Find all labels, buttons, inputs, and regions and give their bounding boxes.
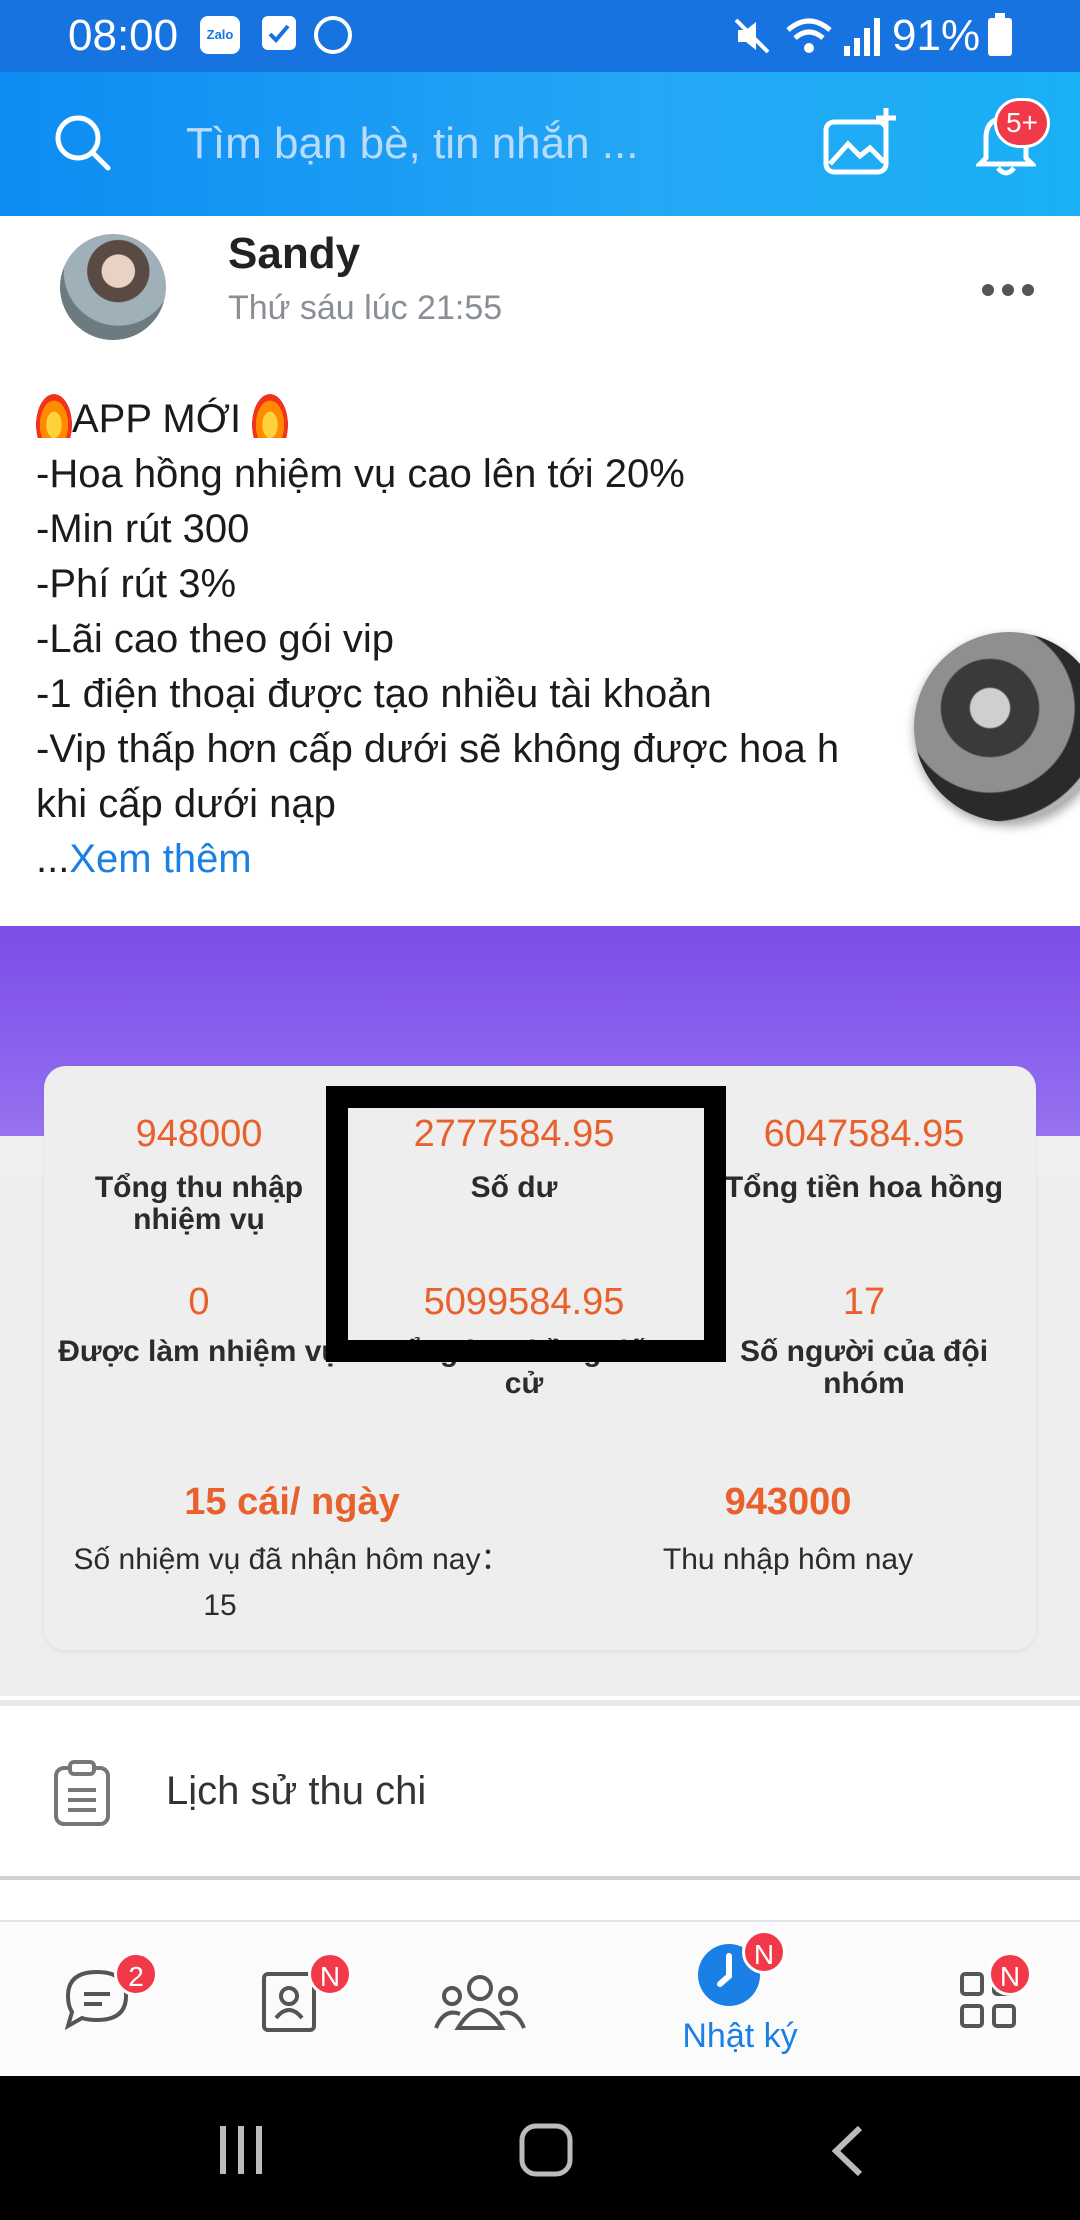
nav-groups[interactable] bbox=[430, 1922, 540, 2078]
stat-cell: 948000 Tổng thu nhập nhiệm vụ bbox=[44, 1110, 354, 1236]
timeline-badge: N bbox=[742, 1930, 786, 1974]
see-more-link[interactable]: Xem thêm bbox=[69, 837, 251, 881]
post-time: Thứ sáu lúc 21:55 bbox=[228, 289, 503, 327]
fire-emoji-icon bbox=[36, 394, 72, 438]
search-icon[interactable] bbox=[52, 112, 114, 174]
see-more-prefix: ... bbox=[36, 837, 70, 881]
messages-badge: 2 bbox=[114, 1952, 158, 1996]
wifi-icon bbox=[786, 18, 832, 53]
post-title: APP MỚI bbox=[72, 397, 242, 441]
bottom-nav: 2 N N Nhật ký N bbox=[0, 1920, 1080, 2078]
post-title-line: APP MỚI bbox=[36, 392, 1036, 447]
stat-label: Được làm nhiệm vụ bbox=[58, 1335, 340, 1368]
stat-value: 0 bbox=[188, 1281, 210, 1323]
add-photo-icon[interactable] bbox=[822, 106, 900, 178]
nav-timeline[interactable]: N Nhật ký bbox=[682, 1922, 800, 2078]
messenger-icon bbox=[314, 16, 352, 54]
post-image[interactable]: 948000 Tổng thu nhập nhiệm vụ 2777584.95… bbox=[0, 926, 1080, 1696]
battery-icon bbox=[988, 13, 1012, 56]
more-badge: N bbox=[988, 1952, 1032, 1996]
battery-percent: 91% bbox=[892, 11, 981, 60]
stat-value: 943000 bbox=[724, 1481, 852, 1523]
stat-label: Tổng thu nhập nhiệm vụ bbox=[44, 1172, 354, 1236]
checkbox-app-icon bbox=[262, 16, 296, 50]
post-line: -Lãi cao theo gói vip bbox=[36, 617, 395, 661]
mute-icon bbox=[734, 18, 770, 54]
status-bar: 08:00 Zalo 91% bbox=[0, 0, 1080, 72]
nav-contacts[interactable]: N bbox=[254, 1922, 364, 2078]
history-label: Lịch sử thu chi bbox=[166, 1769, 427, 1813]
post-line: -1 điện thoại được tạo nhiều tài khoản bbox=[36, 672, 712, 716]
post-line: -Vip thấp hơn cấp dưới sẽ không được hoa… bbox=[36, 727, 840, 771]
clipboard-icon bbox=[54, 1760, 110, 1826]
signal-icon bbox=[844, 18, 880, 56]
home-icon[interactable] bbox=[518, 2122, 574, 2178]
nav-timeline-label: Nhật ký bbox=[682, 2017, 798, 2055]
stat-label-line: Số người của đội bbox=[739, 1335, 989, 1368]
stat-label-line: nhiệm vụ bbox=[133, 1203, 265, 1236]
stat-label: Thu nhập hôm nay bbox=[662, 1543, 914, 1576]
notification-badge: 5+ bbox=[994, 98, 1050, 148]
stat-label: Số nhiệm vụ đã nhận hôm nay： bbox=[73, 1543, 511, 1576]
stat-value: 15 cái/ ngày bbox=[184, 1481, 400, 1523]
stat-label: Tổng tiền hoa hồng bbox=[724, 1171, 1004, 1204]
more-options-icon[interactable] bbox=[978, 280, 1038, 300]
post-line: -Min rút 300 bbox=[36, 507, 250, 551]
stat-cell: 6047584.95 Tổng tiền hoa hồng bbox=[692, 1110, 1036, 1204]
back-icon[interactable] bbox=[828, 2124, 868, 2178]
stat-value: 17 bbox=[842, 1281, 886, 1323]
nav-more[interactable]: N bbox=[956, 1922, 1066, 2078]
groups-icon bbox=[434, 1975, 526, 2030]
recent-apps-icon[interactable] bbox=[218, 2124, 266, 2176]
stat-label-line: Tổng thu nhập bbox=[94, 1171, 304, 1204]
history-row[interactable]: Lịch sử thu chi bbox=[0, 1700, 1080, 1880]
fire-emoji-icon bbox=[252, 394, 289, 438]
stat-cell: 943000 Thu nhập hôm nay bbox=[540, 1478, 1036, 1576]
status-time: 08:00 bbox=[68, 11, 179, 60]
app-header: Tìm bạn bè, tin nhắn ... 5+ bbox=[0, 72, 1080, 216]
contacts-badge: N bbox=[308, 1952, 352, 1996]
stat-cell: 15 cái/ ngày Số nhiệm vụ đã nhận hôm nay… bbox=[44, 1478, 540, 1622]
zalo-icon: Zalo bbox=[200, 16, 240, 54]
nav-messages[interactable]: 2 bbox=[60, 1922, 170, 2078]
stat-cell: 0 Được làm nhiệm vụ bbox=[44, 1278, 354, 1368]
stat-cell: 17 Số người của đội nhóm bbox=[692, 1278, 1036, 1400]
stat-label-line: cử bbox=[504, 1367, 544, 1400]
post-line: -Hoa hồng nhiệm vụ cao lên tới 20% bbox=[36, 452, 685, 496]
system-nav-bar bbox=[0, 2076, 1080, 2220]
see-more-line: ...Xem thêm bbox=[36, 832, 1036, 887]
post-author[interactable]: Sandy bbox=[228, 226, 360, 282]
post-body: APP MỚI -Hoa hồng nhiệm vụ cao lên tới 2… bbox=[36, 392, 1036, 887]
stat-label-line: nhóm bbox=[823, 1367, 905, 1400]
stat-value: 6047584.95 bbox=[763, 1113, 965, 1155]
author-avatar[interactable] bbox=[60, 234, 166, 340]
highlight-box bbox=[326, 1086, 726, 1362]
post-line: -Phí rút 3% bbox=[36, 562, 237, 606]
post-line: khi cấp dưới nạp bbox=[36, 782, 336, 826]
stat-label: Số người của đội nhóm bbox=[692, 1336, 1036, 1400]
stat-sub-value: 15 bbox=[203, 1589, 237, 1622]
stat-value: 948000 bbox=[135, 1113, 263, 1155]
search-input[interactable]: Tìm bạn bè, tin nhắn ... bbox=[186, 116, 638, 172]
